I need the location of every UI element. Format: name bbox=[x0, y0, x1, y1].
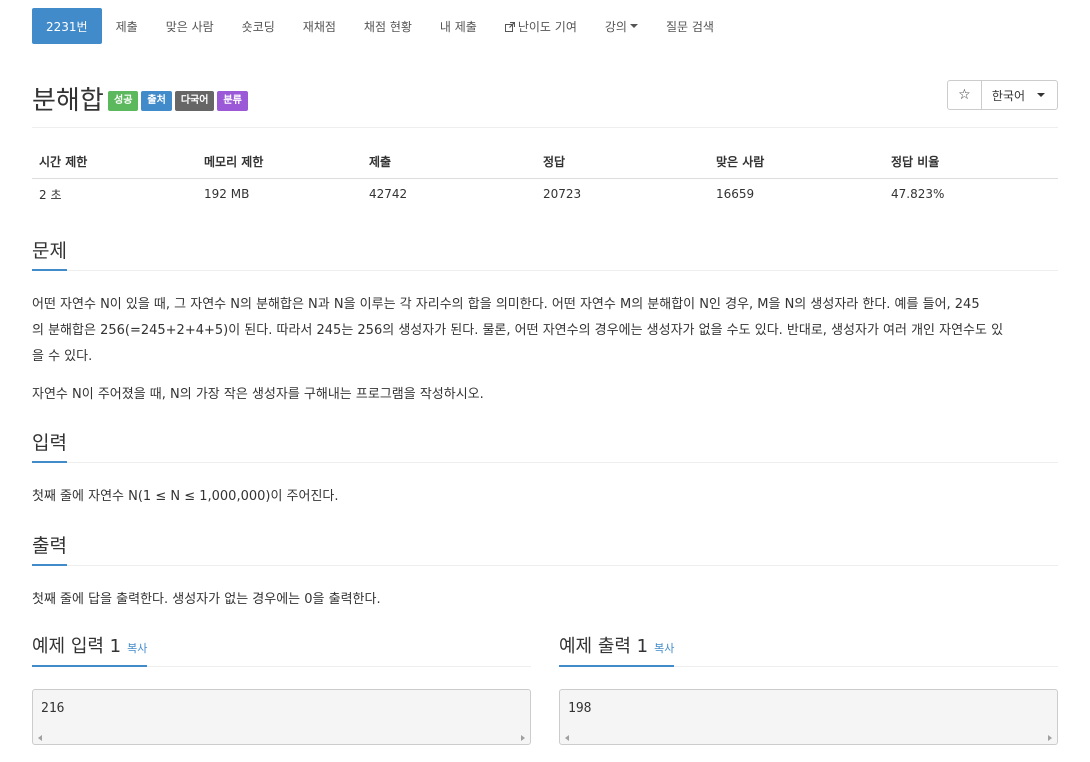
table-row: 2 초 192 MB 42742 20723 16659 47.823% bbox=[32, 178, 1058, 210]
input-heading: 입력 bbox=[32, 428, 67, 463]
star-icon: ☆ bbox=[958, 87, 971, 103]
description-line: 어떤 자연수 N이 있을 때, 그 자연수 N의 분해합은 N과 N을 이루는 … bbox=[32, 297, 980, 312]
solved-users-value: 16659 bbox=[716, 187, 755, 202]
output-description: 첫째 줄에 답을 출력한다. 생성자가 없는 경우에는 0을 출력한다. bbox=[32, 592, 381, 607]
nav-difficulty-contribution[interactable]: 난이도 기여 bbox=[491, 8, 591, 44]
nav-label: 재채점 bbox=[302, 19, 336, 34]
nav-label: 난이도 기여 bbox=[517, 19, 577, 34]
sample-output-heading: 예제 출력 1 복사 bbox=[559, 632, 675, 667]
sample-input-title: 예제 입력 1 bbox=[32, 636, 122, 657]
nav-label: 강의 bbox=[604, 19, 627, 34]
language-label: 한국어 bbox=[991, 88, 1025, 103]
label-multilingual[interactable]: 다국어 bbox=[174, 91, 215, 111]
description-section-header: 문제 bbox=[32, 236, 1058, 271]
sample-output-header: 예제 출력 1 복사 bbox=[559, 632, 1058, 667]
problem-info-table: 시간 제한 메모리 제한 제출 정답 맞은 사람 정답 비율 2 초 192 M… bbox=[32, 146, 1058, 210]
output-section-header: 출력 bbox=[32, 531, 1058, 566]
horizontal-scrollbar[interactable] bbox=[560, 732, 1057, 744]
header-accepted: 정답 bbox=[536, 146, 709, 179]
submissions-value: 42742 bbox=[369, 187, 408, 202]
problem-labels: 성공 출처 다국어 분류 bbox=[108, 91, 248, 111]
header-accept-ratio: 정답 비율 bbox=[884, 146, 1058, 179]
nav-problem-number[interactable]: 2231번 bbox=[32, 8, 102, 44]
time-limit-value: 2 초 bbox=[39, 187, 62, 202]
input-section-header: 입력 bbox=[32, 428, 1058, 463]
favorite-button[interactable]: ☆ bbox=[948, 81, 982, 109]
nav-label: 제출 bbox=[115, 19, 138, 34]
sample-output-box[interactable]: 198 bbox=[559, 689, 1058, 745]
scroll-left-icon[interactable] bbox=[565, 735, 569, 741]
scroll-right-icon[interactable] bbox=[1048, 735, 1052, 741]
problem-nav: 2231번 제출 맞은 사람 숏코딩 재채점 채점 현황 내 제출 난이도 기여… bbox=[32, 8, 728, 44]
nav-lectures-dropdown[interactable]: 강의 bbox=[591, 8, 652, 44]
caret-down-icon bbox=[1037, 93, 1045, 97]
nav-my-submissions[interactable]: 내 제출 bbox=[426, 8, 491, 44]
description-paragraph-2: 자연수 N이 주어졌을 때, N의 가장 작은 생성자를 구해내는 프로그램을 … bbox=[32, 387, 484, 402]
language-select-button[interactable]: 한국어 bbox=[982, 81, 1057, 109]
label-success[interactable]: 성공 bbox=[108, 91, 139, 111]
nav-label: 채점 현황 bbox=[363, 19, 412, 34]
memory-limit-value: 192 MB bbox=[204, 187, 250, 202]
nav-label: 2231번 bbox=[46, 19, 88, 34]
description-heading: 문제 bbox=[32, 236, 67, 271]
caret-down-icon bbox=[629, 24, 638, 28]
label-category[interactable]: 분류 bbox=[217, 91, 248, 111]
description-paragraph: 어떤 자연수 N이 있을 때, 그 자연수 N의 분해합은 N과 N을 이루는 … bbox=[32, 292, 1058, 370]
nav-label: 맞은 사람 bbox=[165, 19, 214, 34]
page-title: 분해합 bbox=[32, 86, 104, 116]
sample-output-value: 198 bbox=[568, 701, 592, 716]
output-heading: 출력 bbox=[32, 531, 67, 566]
input-description: 첫째 줄에 자연수 N(1 ≤ N ≤ 1,000,000)이 주어진다. bbox=[32, 489, 339, 504]
nav-short-coding[interactable]: 숏코딩 bbox=[228, 8, 289, 44]
nav-label: 숏코딩 bbox=[241, 19, 275, 34]
header-time-limit: 시간 제한 bbox=[32, 146, 197, 179]
label-source[interactable]: 출처 bbox=[141, 91, 172, 111]
description-line: 을 수 있다. bbox=[32, 349, 93, 364]
nav-judge-status[interactable]: 채점 현황 bbox=[350, 8, 426, 44]
scroll-left-icon[interactable] bbox=[38, 735, 42, 741]
external-link-icon bbox=[504, 21, 515, 32]
header-memory-limit: 메모리 제한 bbox=[197, 146, 362, 179]
title-actions: ☆ 한국어 bbox=[946, 80, 1058, 110]
nav-solved-users[interactable]: 맞은 사람 bbox=[152, 8, 228, 44]
sample-input-box[interactable]: 216 bbox=[32, 689, 531, 745]
sample-output-title: 예제 출력 1 bbox=[559, 636, 649, 657]
accept-ratio-value: 47.823% bbox=[891, 187, 945, 202]
nav-label: 내 제출 bbox=[439, 19, 477, 34]
scroll-right-icon[interactable] bbox=[521, 735, 525, 741]
nav-submit[interactable]: 제출 bbox=[102, 8, 152, 44]
header-submissions: 제출 bbox=[362, 146, 536, 179]
description-line: 의 분해합은 256(=245+2+4+5)이 된다. 따라서 245는 256… bbox=[32, 323, 1004, 338]
nav-label: 질문 검색 bbox=[665, 19, 714, 34]
horizontal-scrollbar[interactable] bbox=[33, 732, 530, 744]
table-header-row: 시간 제한 메모리 제한 제출 정답 맞은 사람 정답 비율 bbox=[32, 146, 1058, 179]
nav-rejudge[interactable]: 재채점 bbox=[289, 8, 350, 44]
accepted-value: 20723 bbox=[543, 187, 582, 202]
sample-input-header: 예제 입력 1 복사 bbox=[32, 632, 531, 667]
copy-sample-input-button[interactable]: 복사 bbox=[127, 642, 147, 655]
nav-question-search[interactable]: 질문 검색 bbox=[652, 8, 728, 44]
problem-title-row: 분해합 성공 출처 다국어 분류 ☆ 한국어 bbox=[32, 80, 1058, 128]
sample-input-heading: 예제 입력 1 복사 bbox=[32, 632, 148, 667]
copy-sample-output-button[interactable]: 복사 bbox=[654, 642, 674, 655]
header-solved-users: 맞은 사람 bbox=[709, 146, 884, 179]
sample-input-value: 216 bbox=[41, 701, 65, 716]
